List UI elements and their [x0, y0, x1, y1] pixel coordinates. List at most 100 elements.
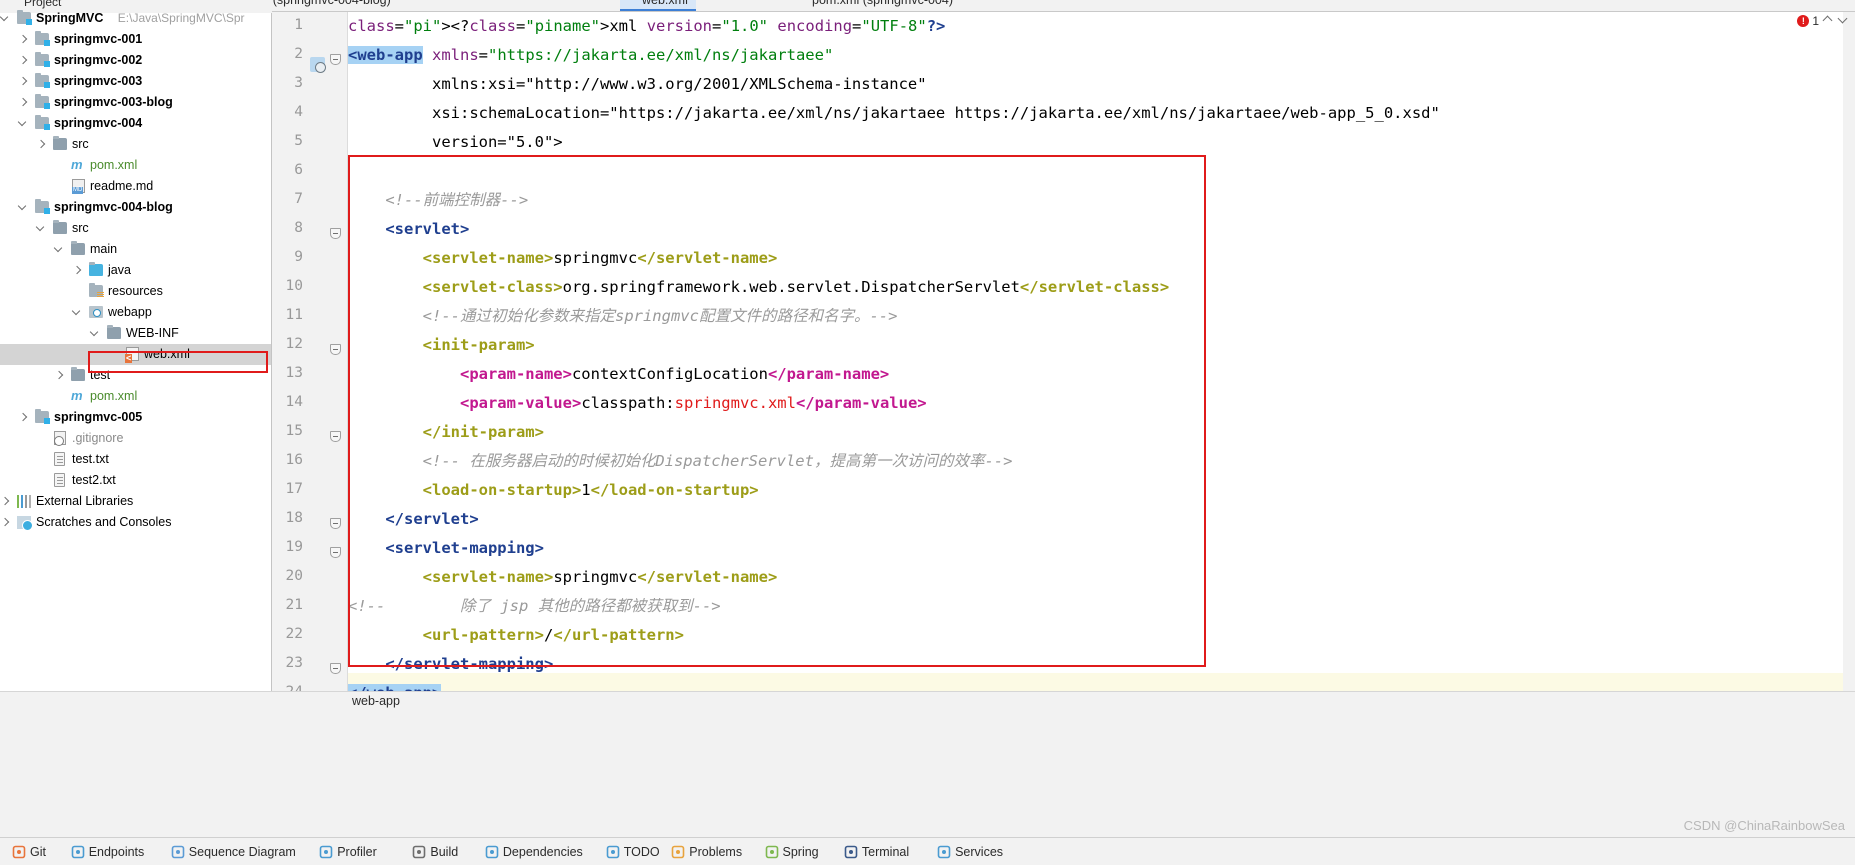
tree-item-springmvc[interactable]: SpringMVC E:\Java\SpringMVC\Spr [0, 8, 271, 29]
tree-item-test-txt[interactable]: test.txt [0, 449, 271, 470]
code-fold-toggle[interactable] [330, 518, 342, 530]
chevron-down-icon[interactable] [18, 113, 29, 134]
code-line[interactable]: <!-- 除了 jsp 其他的路径都被获取到--> [348, 592, 721, 621]
scratches-icon [17, 516, 33, 531]
chevron-right-icon[interactable] [54, 365, 65, 386]
code-line[interactable]: version="5.0"> [348, 128, 563, 157]
tree-item-webapp[interactable]: webapp [0, 302, 271, 323]
code-line[interactable]: <!--通过初始化参数来指定springmvc配置文件的路径和名字。--> [348, 302, 898, 331]
tree-item-springmvc-003-blog[interactable]: springmvc-003-blog [0, 92, 271, 113]
code-editor[interactable]: class="pi"><?class="piname">xml version=… [348, 12, 1843, 700]
code-fold-toggle[interactable] [330, 547, 342, 559]
line-number: 19 [285, 539, 303, 555]
code-line[interactable]: </servlet-mapping> [348, 650, 553, 679]
project-tree[interactable]: SpringMVC E:\Java\SpringMVC\Spr springmvc-… [0, 8, 271, 533]
tree-item-src[interactable]: src [0, 218, 271, 239]
code-line[interactable]: <servlet-class>org.springframework.web.s… [348, 273, 1170, 302]
code-line[interactable]: </servlet> [348, 505, 478, 534]
status-bar-item-profiler[interactable]: Profiler [319, 843, 377, 861]
tree-item-test[interactable]: test [0, 365, 271, 386]
tree-item-scratches-and-consoles[interactable]: Scratches and Consoles [0, 512, 271, 533]
tree-item-src[interactable]: src [0, 134, 271, 155]
tree-item-java[interactable]: java [0, 260, 271, 281]
chevron-right-icon[interactable] [18, 407, 29, 428]
chevron-right-icon[interactable] [18, 71, 29, 92]
code-line[interactable]: <!--前端控制器--> [348, 186, 528, 215]
maven-icon: m [71, 157, 83, 172]
code-line[interactable]: xmlns:xsi="http://www.w3.org/2001/XMLSch… [348, 70, 927, 99]
chevron-right-icon[interactable] [0, 512, 11, 533]
chevron-right-icon[interactable] [72, 260, 83, 281]
chevron-down-icon[interactable] [18, 197, 29, 218]
code-line[interactable]: <url-pattern>/</url-pattern> [348, 621, 684, 650]
status-bar-item-dependencies[interactable]: Dependencies [485, 843, 583, 861]
chevron-right-icon[interactable] [36, 134, 47, 155]
tree-item-resources[interactable]: resources [0, 281, 271, 302]
chevron-right-icon[interactable] [18, 50, 29, 71]
code-line[interactable]: <init-param> [348, 331, 535, 360]
schema-binding-icon[interactable] [310, 57, 326, 73]
error-count-badge[interactable]: ! 1 [1797, 14, 1819, 28]
tree-item-web-xml[interactable]: web.xml [0, 344, 271, 365]
tree-item-readme-md[interactable]: readme.md [0, 176, 271, 197]
code-line[interactable]: <servlet> [348, 215, 469, 244]
tree-item-external-libraries[interactable]: External Libraries [0, 491, 271, 512]
tree-item-test2-txt[interactable]: test2.txt [0, 470, 271, 491]
tree-item-pom-xml[interactable]: m pom.xml [0, 386, 271, 407]
tree-item-web-inf[interactable]: WEB-INF [0, 323, 271, 344]
tree-item-springmvc-003[interactable]: springmvc-003 [0, 71, 271, 92]
line-number: 2 [294, 46, 303, 62]
code-fold-toggle[interactable] [330, 228, 342, 240]
code-fold-toggle[interactable] [330, 344, 342, 356]
breadcrumb[interactable]: web-app [352, 694, 400, 708]
code-line[interactable]: xsi:schemaLocation="https://jakarta.ee/x… [348, 99, 1440, 128]
module-folder-icon [35, 73, 50, 88]
editor-marker-bar[interactable] [1843, 12, 1855, 700]
status-bar-item-problems[interactable]: Problems [671, 843, 742, 861]
chevron-down-icon[interactable] [72, 302, 83, 323]
status-bar-item-terminal[interactable]: Terminal [844, 843, 909, 861]
tab-pom-xml-004[interactable]: pom.xml (springmvc-004) [790, 0, 961, 11]
status-bar-item-services[interactable]: Services [937, 843, 1003, 861]
chevron-down-icon[interactable] [90, 323, 101, 344]
editor-gutter[interactable]: 123456789101112131415161718192021222324 [272, 12, 348, 700]
next-problem-icon[interactable] [1838, 14, 1850, 26]
chevron-right-icon[interactable] [0, 491, 11, 512]
code-line[interactable]: <servlet-mapping> [348, 534, 544, 563]
code-line[interactable]: </init-param> [348, 418, 544, 447]
status-bar-item-todo[interactable]: TODO [606, 843, 660, 861]
chevron-right-icon[interactable] [18, 29, 29, 50]
code-line[interactable]: class="pi"><?class="piname">xml version=… [348, 12, 945, 41]
tab-web-xml[interactable]: web.xml [620, 0, 696, 11]
status-bar-item-git[interactable]: Git [12, 843, 46, 861]
chevron-down-icon[interactable] [54, 239, 65, 260]
chevron-down-icon[interactable] [0, 8, 11, 29]
code-fold-toggle[interactable] [330, 663, 342, 675]
code-line[interactable]: <servlet-name>springmvc</servlet-name> [348, 563, 778, 592]
tree-item-gitignore[interactable]: .gitignore [0, 428, 271, 449]
code-line[interactable]: <web-app xmlns="https://jakarta.ee/xml/n… [348, 41, 833, 70]
code-line[interactable]: <param-value>classpath:springmvc.xml</pa… [348, 389, 927, 418]
tree-item-springmvc-004[interactable]: springmvc-004 [0, 113, 271, 134]
tree-item-springmvc-002[interactable]: springmvc-002 [0, 50, 271, 71]
status-bar-item-endpoints[interactable]: Endpoints [71, 843, 144, 861]
code-line[interactable]: <param-name>contextConfigLocation</param… [348, 360, 889, 389]
code-line[interactable]: <servlet-name>springmvc</servlet-name> [348, 244, 778, 273]
tree-item-main[interactable]: main [0, 239, 271, 260]
code-fold-toggle[interactable] [330, 431, 342, 443]
tree-item-pom-xml[interactable]: m pom.xml [0, 155, 271, 176]
status-bar: Git Endpoints Sequence Diagram Profiler Buil… [0, 837, 1855, 865]
status-bar-item-spring[interactable]: Spring [765, 843, 819, 861]
prev-problem-icon[interactable] [1823, 14, 1835, 26]
tree-item-springmvc-001[interactable]: springmvc-001 [0, 29, 271, 50]
folder-icon [107, 325, 121, 339]
status-bar-item-build[interactable]: Build [412, 843, 458, 861]
code-fold-toggle[interactable] [330, 54, 342, 66]
tree-item-springmvc-004-blog[interactable]: springmvc-004-blog [0, 197, 271, 218]
status-bar-item-sequence-diagram[interactable]: Sequence Diagram [171, 843, 296, 861]
code-line[interactable]: <!-- 在服务器启动的时候初始化DispatcherServlet，提高第一次… [348, 447, 1013, 476]
chevron-down-icon[interactable] [36, 218, 47, 239]
code-line[interactable]: <load-on-startup>1</load-on-startup> [348, 476, 759, 505]
tree-item-springmvc-005[interactable]: springmvc-005 [0, 407, 271, 428]
chevron-right-icon[interactable] [18, 92, 29, 113]
